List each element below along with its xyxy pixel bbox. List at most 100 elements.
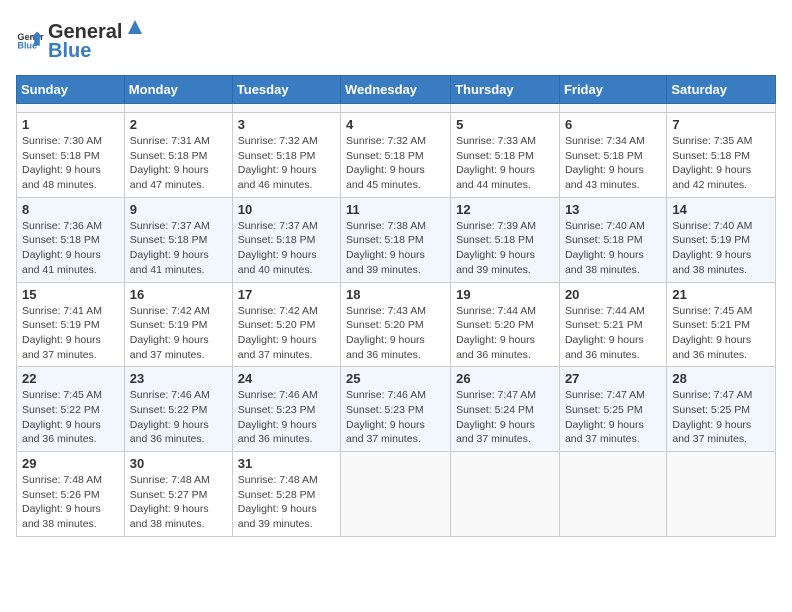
day-info: Sunrise: 7:36 AM Sunset: 5:18 PM Dayligh… [22, 219, 119, 278]
calendar-week-row [17, 104, 776, 113]
calendar-cell: 23 Sunrise: 7:46 AM Sunset: 5:22 PM Dayl… [124, 367, 232, 452]
calendar-cell: 29 Sunrise: 7:48 AM Sunset: 5:26 PM Dayl… [17, 452, 125, 537]
calendar-cell: 27 Sunrise: 7:47 AM Sunset: 5:25 PM Dayl… [559, 367, 666, 452]
day-number: 14 [672, 202, 770, 217]
header: General Blue General Blue [16, 16, 776, 63]
day-info: Sunrise: 7:34 AM Sunset: 5:18 PM Dayligh… [565, 134, 661, 193]
day-number: 19 [456, 287, 554, 302]
calendar-cell: 9 Sunrise: 7:37 AM Sunset: 5:18 PM Dayli… [124, 197, 232, 282]
calendar-week-row: 15 Sunrise: 7:41 AM Sunset: 5:19 PM Dayl… [17, 282, 776, 367]
calendar-cell: 14 Sunrise: 7:40 AM Sunset: 5:19 PM Dayl… [667, 197, 776, 282]
calendar-cell: 11 Sunrise: 7:38 AM Sunset: 5:18 PM Dayl… [341, 197, 451, 282]
day-info: Sunrise: 7:44 AM Sunset: 5:21 PM Dayligh… [565, 304, 661, 363]
day-number: 8 [22, 202, 119, 217]
calendar-cell: 31 Sunrise: 7:48 AM Sunset: 5:28 PM Dayl… [232, 452, 340, 537]
calendar-cell: 18 Sunrise: 7:43 AM Sunset: 5:20 PM Dayl… [341, 282, 451, 367]
logo-icon: General Blue [16, 26, 44, 54]
day-info: Sunrise: 7:37 AM Sunset: 5:18 PM Dayligh… [130, 219, 227, 278]
day-number: 7 [672, 117, 770, 132]
day-number: 16 [130, 287, 227, 302]
calendar-cell: 12 Sunrise: 7:39 AM Sunset: 5:18 PM Dayl… [451, 197, 560, 282]
col-header-thursday: Thursday [451, 76, 560, 104]
day-info: Sunrise: 7:31 AM Sunset: 5:18 PM Dayligh… [130, 134, 227, 193]
calendar-cell: 28 Sunrise: 7:47 AM Sunset: 5:25 PM Dayl… [667, 367, 776, 452]
day-info: Sunrise: 7:32 AM Sunset: 5:18 PM Dayligh… [346, 134, 445, 193]
day-number: 13 [565, 202, 661, 217]
day-info: Sunrise: 7:47 AM Sunset: 5:24 PM Dayligh… [456, 388, 554, 447]
day-info: Sunrise: 7:48 AM Sunset: 5:26 PM Dayligh… [22, 473, 119, 532]
day-number: 15 [22, 287, 119, 302]
calendar-cell [17, 104, 125, 113]
day-info: Sunrise: 7:42 AM Sunset: 5:20 PM Dayligh… [238, 304, 335, 363]
day-info: Sunrise: 7:48 AM Sunset: 5:28 PM Dayligh… [238, 473, 335, 532]
day-info: Sunrise: 7:41 AM Sunset: 5:19 PM Dayligh… [22, 304, 119, 363]
day-number: 30 [130, 456, 227, 471]
day-info: Sunrise: 7:46 AM Sunset: 5:23 PM Dayligh… [346, 388, 445, 447]
calendar-cell: 8 Sunrise: 7:36 AM Sunset: 5:18 PM Dayli… [17, 197, 125, 282]
calendar-cell: 17 Sunrise: 7:42 AM Sunset: 5:20 PM Dayl… [232, 282, 340, 367]
calendar-cell: 30 Sunrise: 7:48 AM Sunset: 5:27 PM Dayl… [124, 452, 232, 537]
calendar-cell [341, 104, 451, 113]
calendar-week-row: 29 Sunrise: 7:48 AM Sunset: 5:26 PM Dayl… [17, 452, 776, 537]
day-number: 9 [130, 202, 227, 217]
calendar-cell: 10 Sunrise: 7:37 AM Sunset: 5:18 PM Dayl… [232, 197, 340, 282]
logo-triangle-icon [124, 16, 146, 38]
calendar-cell [559, 104, 666, 113]
calendar-cell: 22 Sunrise: 7:45 AM Sunset: 5:22 PM Dayl… [17, 367, 125, 452]
day-info: Sunrise: 7:38 AM Sunset: 5:18 PM Dayligh… [346, 219, 445, 278]
calendar-cell [451, 452, 560, 537]
calendar-week-row: 8 Sunrise: 7:36 AM Sunset: 5:18 PM Dayli… [17, 197, 776, 282]
day-info: Sunrise: 7:40 AM Sunset: 5:18 PM Dayligh… [565, 219, 661, 278]
col-header-saturday: Saturday [667, 76, 776, 104]
day-info: Sunrise: 7:46 AM Sunset: 5:23 PM Dayligh… [238, 388, 335, 447]
calendar-cell [559, 452, 666, 537]
calendar-week-row: 22 Sunrise: 7:45 AM Sunset: 5:22 PM Dayl… [17, 367, 776, 452]
day-number: 28 [672, 371, 770, 386]
day-number: 27 [565, 371, 661, 386]
day-number: 2 [130, 117, 227, 132]
calendar-week-row: 1 Sunrise: 7:30 AM Sunset: 5:18 PM Dayli… [17, 113, 776, 198]
calendar-cell [451, 104, 560, 113]
calendar-cell: 20 Sunrise: 7:44 AM Sunset: 5:21 PM Dayl… [559, 282, 666, 367]
day-info: Sunrise: 7:33 AM Sunset: 5:18 PM Dayligh… [456, 134, 554, 193]
day-info: Sunrise: 7:45 AM Sunset: 5:21 PM Dayligh… [672, 304, 770, 363]
day-number: 3 [238, 117, 335, 132]
day-number: 1 [22, 117, 119, 132]
calendar-cell: 13 Sunrise: 7:40 AM Sunset: 5:18 PM Dayl… [559, 197, 666, 282]
day-number: 29 [22, 456, 119, 471]
day-info: Sunrise: 7:37 AM Sunset: 5:18 PM Dayligh… [238, 219, 335, 278]
day-number: 21 [672, 287, 770, 302]
calendar-header-row: SundayMondayTuesdayWednesdayThursdayFrid… [17, 76, 776, 104]
calendar-cell [667, 452, 776, 537]
calendar-cell: 1 Sunrise: 7:30 AM Sunset: 5:18 PM Dayli… [17, 113, 125, 198]
col-header-monday: Monday [124, 76, 232, 104]
day-number: 31 [238, 456, 335, 471]
day-info: Sunrise: 7:43 AM Sunset: 5:20 PM Dayligh… [346, 304, 445, 363]
day-number: 12 [456, 202, 554, 217]
day-info: Sunrise: 7:44 AM Sunset: 5:20 PM Dayligh… [456, 304, 554, 363]
col-header-tuesday: Tuesday [232, 76, 340, 104]
col-header-wednesday: Wednesday [341, 76, 451, 104]
day-number: 6 [565, 117, 661, 132]
day-number: 24 [238, 371, 335, 386]
day-info: Sunrise: 7:40 AM Sunset: 5:19 PM Dayligh… [672, 219, 770, 278]
calendar-cell: 4 Sunrise: 7:32 AM Sunset: 5:18 PM Dayli… [341, 113, 451, 198]
calendar-cell: 21 Sunrise: 7:45 AM Sunset: 5:21 PM Dayl… [667, 282, 776, 367]
day-number: 25 [346, 371, 445, 386]
day-info: Sunrise: 7:30 AM Sunset: 5:18 PM Dayligh… [22, 134, 119, 193]
calendar-cell: 15 Sunrise: 7:41 AM Sunset: 5:19 PM Dayl… [17, 282, 125, 367]
calendar-cell: 16 Sunrise: 7:42 AM Sunset: 5:19 PM Dayl… [124, 282, 232, 367]
calendar-cell: 25 Sunrise: 7:46 AM Sunset: 5:23 PM Dayl… [341, 367, 451, 452]
calendar-cell: 5 Sunrise: 7:33 AM Sunset: 5:18 PM Dayli… [451, 113, 560, 198]
calendar-cell: 3 Sunrise: 7:32 AM Sunset: 5:18 PM Dayli… [232, 113, 340, 198]
day-info: Sunrise: 7:46 AM Sunset: 5:22 PM Dayligh… [130, 388, 227, 447]
calendar-cell: 19 Sunrise: 7:44 AM Sunset: 5:20 PM Dayl… [451, 282, 560, 367]
day-number: 23 [130, 371, 227, 386]
calendar-cell [124, 104, 232, 113]
logo: General Blue General Blue [16, 16, 148, 63]
day-info: Sunrise: 7:47 AM Sunset: 5:25 PM Dayligh… [672, 388, 770, 447]
calendar-cell [232, 104, 340, 113]
calendar-cell: 24 Sunrise: 7:46 AM Sunset: 5:23 PM Dayl… [232, 367, 340, 452]
calendar-cell: 6 Sunrise: 7:34 AM Sunset: 5:18 PM Dayli… [559, 113, 666, 198]
day-number: 5 [456, 117, 554, 132]
